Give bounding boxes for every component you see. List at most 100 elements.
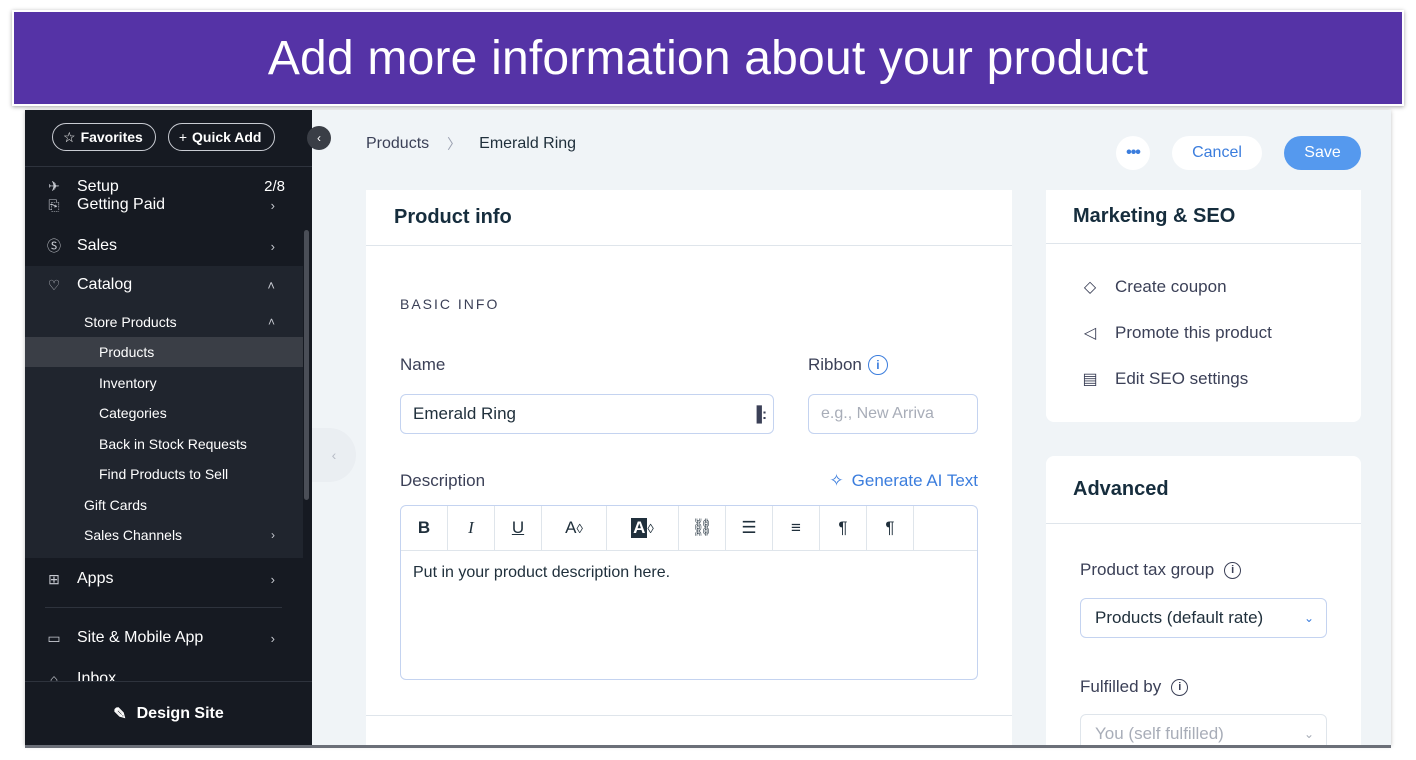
- promote-product-link[interactable]: ◁ Promote this product: [1079, 323, 1272, 343]
- info-icon[interactable]: i: [867, 355, 888, 375]
- sidebar-top-actions: ☆ Favorites + Quick Add: [52, 123, 275, 151]
- cancel-button[interactable]: Cancel: [1172, 136, 1262, 170]
- highlight-color-button[interactable]: A ◊: [607, 506, 679, 550]
- italic-button[interactable]: I: [448, 506, 495, 550]
- name-label: Name: [400, 355, 446, 374]
- design-site-label: Design Site: [136, 704, 224, 722]
- info-icon[interactable]: i: [1224, 561, 1242, 579]
- sidebar-item-label: Back in Stock Requests: [99, 436, 247, 452]
- sidebar-item-getting-paid[interactable]: ⎘ Getting Paid ›: [25, 188, 303, 222]
- description-label: Description: [400, 471, 486, 490]
- sidebar-item-back-in-stock[interactable]: Back in Stock Requests: [25, 429, 303, 459]
- tax-group-label-row: Product tax group i: [1080, 560, 1242, 580]
- marketing-seo-card: Marketing & SEO ◇ Create coupon ◁ Promot…: [1046, 190, 1361, 422]
- sparkle-icon: ✧: [829, 471, 844, 490]
- ltr-direction-button[interactable]: ¶: [820, 506, 867, 550]
- rtl-direction-button[interactable]: ¶: [867, 506, 914, 550]
- quick-add-button[interactable]: + Quick Add: [167, 123, 275, 151]
- sidebar-item-label: Store Products: [84, 314, 177, 330]
- catalog-expanded-section: ♡ Catalog ˄ Store Products ˄ Products In…: [25, 266, 303, 558]
- sidebar-item-apps[interactable]: ⊞ Apps ›: [25, 560, 303, 598]
- breadcrumb-current: Emerald Ring: [479, 135, 577, 152]
- chevron-down-icon: ⌄: [1303, 727, 1314, 741]
- info-icon[interactable]: i: [1171, 678, 1189, 696]
- create-coupon-link[interactable]: ◇ Create coupon: [1079, 277, 1227, 297]
- page-actions: ••• Cancel Save: [1116, 136, 1361, 170]
- sidebar-item-label: Sales Channels: [84, 527, 183, 543]
- card-header: Advanced: [1046, 456, 1361, 524]
- sidebar-item-label: Gift Cards: [84, 497, 148, 513]
- bold-button[interactable]: B: [401, 506, 448, 550]
- instruction-banner: Add more information about your product: [12, 10, 1404, 106]
- fulfilled-by-value: You (self fulfilled): [1095, 724, 1224, 743]
- sidebar-item-label: Categories: [99, 405, 167, 421]
- sidebar-item-site-mobile[interactable]: ▭ Site & Mobile App ›: [25, 619, 303, 657]
- text-tools-icon[interactable]: ▐:: [751, 406, 767, 423]
- devices-icon: ▭: [47, 629, 61, 646]
- sidebar-item-label: Catalog: [77, 276, 133, 293]
- sidebar-item-catalog[interactable]: ♡ Catalog ˄: [25, 266, 303, 304]
- fulfilled-by-select[interactable]: You (self fulfilled) ⌄: [1080, 714, 1327, 745]
- chevron-right-icon: ›: [270, 571, 275, 587]
- sidebar-item-sales-channels[interactable]: Sales Channels ›: [25, 520, 303, 550]
- ai-link-label: Generate AI Text: [851, 471, 978, 490]
- save-button[interactable]: Save: [1284, 136, 1361, 170]
- text-color-button[interactable]: A ◊: [542, 506, 607, 550]
- sidebar-item-label: Getting Paid: [77, 196, 166, 213]
- divider: [25, 166, 312, 167]
- banner-text: Add more information about your product: [267, 31, 1149, 85]
- edit-seo-settings-link[interactable]: ▤ Edit SEO settings: [1079, 369, 1248, 389]
- chevron-right-icon: ›: [270, 197, 275, 213]
- ribbon-label: Ribbon: [808, 355, 862, 374]
- pencil-icon: ✎: [113, 705, 127, 723]
- favorites-button[interactable]: ☆ Favorites: [52, 123, 156, 151]
- link-button[interactable]: ⛓: [679, 506, 726, 550]
- product-info-card: Product info BASIC INFO Name Ribbon i Em…: [366, 190, 1012, 745]
- item-label: Edit SEO settings: [1115, 369, 1249, 388]
- underline-button[interactable]: U: [495, 506, 542, 550]
- bulleted-list-button[interactable]: ☰: [726, 506, 773, 550]
- design-site-button[interactable]: ✎ Design Site: [25, 681, 312, 745]
- name-input[interactable]: Emerald Ring ▐:: [400, 394, 774, 434]
- section-label: BASIC INFO: [400, 296, 500, 312]
- sidebar-item-gift-cards[interactable]: Gift Cards: [25, 490, 303, 520]
- window-bottom-edge: [25, 745, 1391, 748]
- fulfilled-by-label-row: Fulfilled by i: [1080, 677, 1189, 697]
- sidebar-item-sales[interactable]: Ⓢ Sales ›: [25, 227, 303, 265]
- tax-group-select[interactable]: Products (default rate) ⌄: [1080, 598, 1327, 638]
- sidebar-item-products[interactable]: Products: [25, 337, 303, 367]
- divider: [45, 607, 282, 608]
- collapse-sidebar-button[interactable]: ‹: [307, 126, 331, 150]
- rich-text-toolbar: B I U A ◊ A ◊ ⛓ ☰ ≡ ¶ ¶: [400, 505, 978, 551]
- numbered-list-button[interactable]: ≡: [773, 506, 820, 550]
- sidebar-item-categories[interactable]: Categories: [25, 398, 303, 428]
- payment-icon: ⎘: [48, 196, 60, 213]
- dollar-icon: Ⓢ: [47, 238, 61, 254]
- apps-icon: ⊞: [48, 570, 60, 587]
- breadcrumb-products-link[interactable]: Products: [366, 135, 429, 153]
- sidebar-item-find-products[interactable]: Find Products to Sell: [25, 459, 303, 489]
- ribbon-input[interactable]: e.g., New Arriva: [808, 394, 978, 434]
- generate-ai-text-link[interactable]: ✧ Generate AI Text: [829, 471, 978, 491]
- chevron-right-icon: ›: [270, 630, 275, 646]
- item-label: Create coupon: [1115, 277, 1227, 296]
- star-icon: ☆: [63, 128, 76, 145]
- description-editor[interactable]: Put in your product description here.: [400, 550, 978, 680]
- scroll-left-handle[interactable]: ‹: [312, 428, 356, 482]
- plus-icon: +: [178, 129, 187, 145]
- sidebar-item-store-products[interactable]: Store Products ˄: [25, 307, 303, 337]
- ribbon-label-row: Ribbon i: [808, 355, 888, 375]
- sidebar-item-label: Products: [99, 344, 155, 360]
- main-content: Products 〉 Emerald Ring ••• Cancel Save …: [312, 110, 1391, 745]
- megaphone-icon: ◁: [1083, 325, 1097, 342]
- more-actions-button[interactable]: •••: [1116, 136, 1150, 170]
- item-label: Promote this product: [1115, 323, 1272, 342]
- ribbon-placeholder: e.g., New Arriva: [821, 405, 934, 422]
- tax-group-label: Product tax group: [1080, 560, 1215, 579]
- favorites-label: Favorites: [80, 129, 143, 145]
- card-title: Advanced: [1073, 478, 1169, 500]
- sidebar-item-inventory[interactable]: Inventory: [25, 368, 303, 398]
- sidebar-scrollbar[interactable]: [304, 230, 309, 500]
- divider: [366, 715, 1012, 716]
- card-title: Product info: [394, 206, 512, 228]
